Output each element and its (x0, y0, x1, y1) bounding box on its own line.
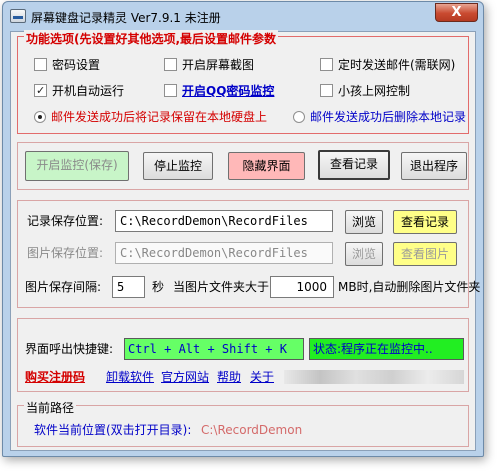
blurred-area (284, 370, 464, 384)
start-monitor-button[interactable]: 开启监控(保存) (25, 151, 129, 181)
window-title: 屏幕键盘记录精灵 Ver7.9.1 未注册 (31, 11, 221, 25)
image-path-input[interactable]: C:\RecordDemon\RecordFiles (115, 242, 333, 264)
help-link[interactable]: 帮助 (217, 369, 241, 385)
view-records-small-button[interactable]: 查看记录 (393, 210, 457, 234)
uninstall-link[interactable]: 卸载软件 (106, 369, 154, 385)
close-button[interactable]: X (435, 3, 478, 22)
checkbox-label: 开机自动运行 (52, 84, 125, 98)
current-path-legend: 当前路径 (24, 399, 77, 416)
auto-delete-label: MB时,自动删除图片文件夹 (338, 280, 481, 294)
checkbox-auto-start[interactable]: 开机自动运行 (34, 83, 124, 99)
checkbox-box[interactable] (164, 58, 177, 71)
about-link[interactable]: 关于 (250, 369, 274, 385)
checkbox-box[interactable] (164, 84, 177, 97)
checkbox-box[interactable] (320, 58, 333, 71)
checkbox-password-setting[interactable]: 密码设置 (34, 57, 100, 73)
app-window: 屏幕键盘记录精灵 Ver7.9.1 未注册 X 功能选项(先设置好其他选项,最后… (0, 0, 500, 472)
save-settings-group: 记录保存位置: C:\RecordDemon\RecordFiles 浏览 查看… (17, 200, 480, 308)
record-path-input[interactable]: C:\RecordDemon\RecordFiles (115, 210, 333, 232)
checkbox-label: 开启屏幕截图 (182, 58, 255, 72)
interval-input[interactable]: 5 (112, 276, 145, 298)
hotkey-input[interactable]: Ctrl + Alt + Shift + K (124, 338, 304, 360)
view-records-button[interactable]: 查看记录 (318, 150, 390, 180)
record-path-label: 记录保存位置: (27, 214, 104, 228)
browse-image-button[interactable]: 浏览 (345, 242, 383, 266)
checkbox-qq-password[interactable]: 开启QQ密码监控 (164, 83, 274, 99)
current-path-group: 当前路径 软件当前位置(双击打开目录): C:\RecordDemon (17, 399, 469, 447)
hotkey-label: 界面呼出快捷键: (25, 342, 114, 356)
stop-monitor-button[interactable]: 停止监控 (143, 152, 213, 180)
checkbox-screen-capture[interactable]: 开启屏幕截图 (164, 57, 254, 73)
window-frame: 屏幕键盘记录精灵 Ver7.9.1 未注册 X 功能选项(先设置好其他选项,最后… (2, 1, 484, 457)
radio-dot-selected[interactable] (34, 111, 46, 123)
current-path-label: 软件当前位置(双击打开目录): (34, 423, 192, 437)
view-images-button[interactable]: 查看图片 (393, 242, 457, 266)
browse-record-button[interactable]: 浏览 (345, 210, 383, 234)
checkbox-box[interactable] (34, 58, 47, 71)
exit-program-button[interactable]: 退出程序 (401, 152, 467, 180)
client-area: 功能选项(先设置好其他选项,最后设置邮件参数 密码设置 开启屏幕截图 定时发送邮… (10, 30, 480, 451)
checkbox-label: 小孩上网控制 (338, 84, 411, 98)
hide-ui-button[interactable]: 隐藏界面 (228, 152, 305, 180)
seconds-label: 秒 (152, 280, 165, 294)
buy-registration-link[interactable]: 购买注册码 (25, 369, 85, 385)
folder-size-input[interactable]: 1000 (270, 276, 334, 298)
checkbox-child-control[interactable]: 小孩上网控制 (320, 83, 410, 99)
title-bar[interactable]: 屏幕键盘记录精灵 Ver7.9.1 未注册 X (3, 2, 483, 30)
interval-label: 图片保存间隔: (25, 280, 102, 294)
checkbox-box[interactable] (320, 84, 333, 97)
checkbox-label: 密码设置 (52, 58, 101, 72)
checkbox-box-checked[interactable] (34, 83, 47, 99)
hotkey-group: 界面呼出快捷键: Ctrl + Alt + Shift + K 状态:程序正在监… (17, 318, 469, 392)
image-path-label: 图片保存位置: (27, 246, 104, 260)
checkbox-label: 开启QQ密码监控 (182, 84, 275, 98)
radio-delete-records[interactable]: 邮件发送成功后删除本地记录 (293, 109, 466, 125)
actions-group: 开启监控(保存) 停止监控 隐藏界面 查看记录 退出程序 (17, 142, 469, 190)
checkbox-label: 定时发送邮件(需联网) (338, 58, 456, 72)
radio-label: 邮件发送成功后删除本地记录 (310, 110, 467, 124)
checkbox-timed-email[interactable]: 定时发送邮件(需联网) (320, 57, 455, 73)
status-indicator: 状态:程序正在监控中.. (309, 338, 464, 360)
radio-dot[interactable] (293, 111, 305, 123)
options-legend: 功能选项(先设置好其他选项,最后设置邮件参数 (24, 30, 279, 47)
folder-size-label: 当图片文件夹大于 (173, 280, 270, 294)
current-path-value[interactable]: C:\RecordDemon (201, 422, 302, 438)
official-website-link[interactable]: 官方网站 (161, 369, 209, 385)
keyboard-app-icon (10, 9, 26, 23)
options-group: 功能选项(先设置好其他选项,最后设置邮件参数 密码设置 开启屏幕截图 定时发送邮… (17, 30, 469, 134)
radio-keep-records[interactable]: 邮件发送成功后将记录保留在本地硬盘上 (34, 109, 267, 125)
radio-label: 邮件发送成功后将记录保留在本地硬盘上 (51, 110, 268, 124)
